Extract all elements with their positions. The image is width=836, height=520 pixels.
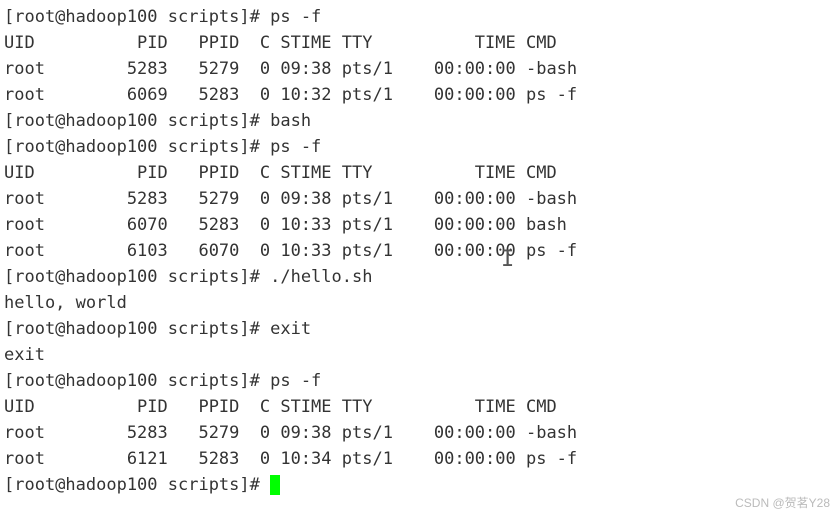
- shell-prompt: [root@hadoop100 scripts]#: [4, 371, 270, 391]
- prompt-line: [root@hadoop100 scripts]#: [4, 472, 832, 498]
- prompt-line: [root@hadoop100 scripts]# ps -f: [4, 368, 832, 394]
- output-line: exit: [4, 342, 832, 368]
- ps-row: root 5283 5279 0 09:38 pts/1 00:00:00 -b…: [4, 56, 832, 82]
- shell-prompt: [root@hadoop100 scripts]#: [4, 137, 270, 157]
- ps-row: root 6070 5283 0 10:33 pts/1 00:00:00 ba…: [4, 212, 832, 238]
- ps-header: UID PID PPID C STIME TTY TIME CMD: [4, 394, 832, 420]
- output-line: hello, world: [4, 290, 832, 316]
- prompt-line: [root@hadoop100 scripts]# exit: [4, 316, 832, 342]
- prompt-line: [root@hadoop100 scripts]# ./hello.sh: [4, 264, 832, 290]
- shell-prompt: [root@hadoop100 scripts]#: [4, 7, 270, 27]
- ps-row: root 6103 6070 0 10:33 pts/1 00:00:00 ps…: [4, 238, 832, 264]
- shell-prompt: [root@hadoop100 scripts]#: [4, 475, 270, 495]
- command-text: bash: [270, 111, 311, 131]
- ps-row: root 6069 5283 0 10:32 pts/1 00:00:00 ps…: [4, 82, 832, 108]
- watermark-text: CSDN @贺茗Y28: [735, 490, 830, 516]
- ps-header: UID PID PPID C STIME TTY TIME CMD: [4, 160, 832, 186]
- shell-prompt: [root@hadoop100 scripts]#: [4, 319, 270, 339]
- shell-prompt: [root@hadoop100 scripts]#: [4, 267, 270, 287]
- shell-prompt: [root@hadoop100 scripts]#: [4, 111, 270, 131]
- ps-row: root 5283 5279 0 09:38 pts/1 00:00:00 -b…: [4, 420, 832, 446]
- ps-header: UID PID PPID C STIME TTY TIME CMD: [4, 30, 832, 56]
- command-text: ps -f: [270, 7, 321, 27]
- command-text: ps -f: [270, 137, 321, 157]
- ps-row: root 6121 5283 0 10:34 pts/1 00:00:00 ps…: [4, 446, 832, 472]
- command-text: ps -f: [270, 371, 321, 391]
- command-text: ./hello.sh: [270, 267, 372, 287]
- command-text: exit: [270, 319, 311, 339]
- terminal[interactable]: [root@hadoop100 scripts]# ps -f UID PID …: [4, 4, 832, 498]
- prompt-line: [root@hadoop100 scripts]# bash: [4, 108, 832, 134]
- prompt-line: [root@hadoop100 scripts]# ps -f: [4, 134, 832, 160]
- prompt-line: [root@hadoop100 scripts]# ps -f: [4, 4, 832, 30]
- ps-row: root 5283 5279 0 09:38 pts/1 00:00:00 -b…: [4, 186, 832, 212]
- cursor-block: [270, 475, 280, 495]
